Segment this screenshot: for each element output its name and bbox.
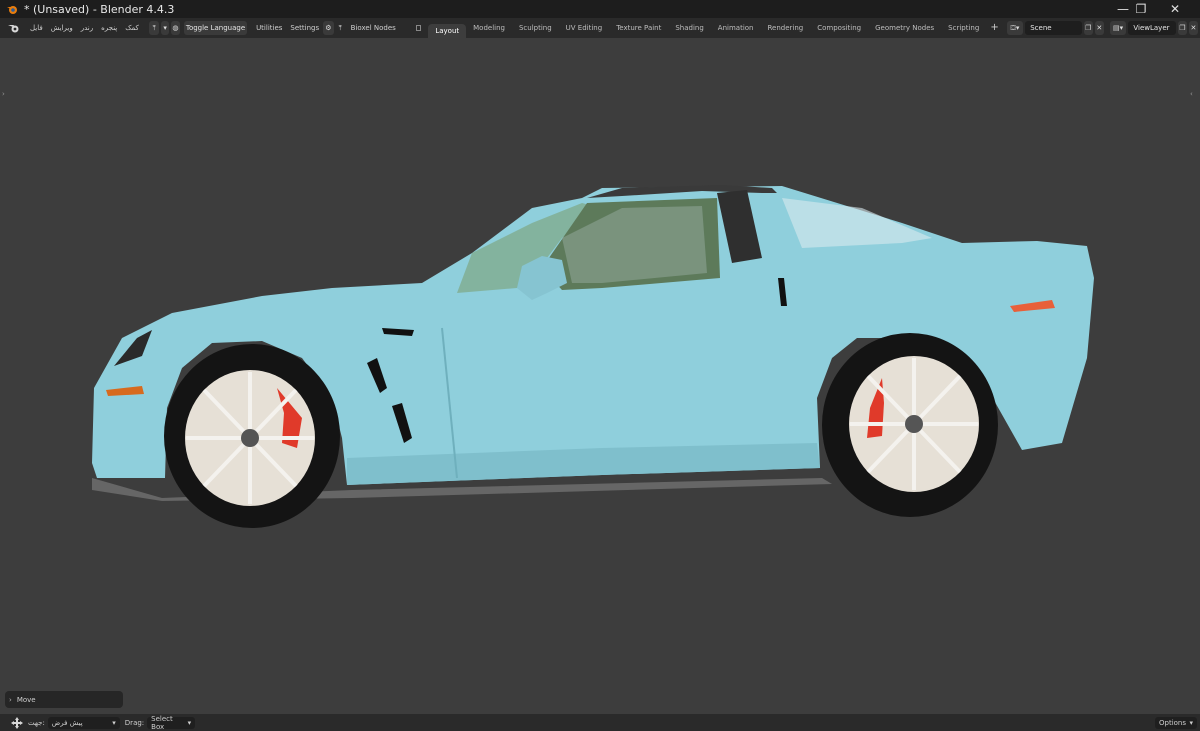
tab-shading[interactable]: Shading — [668, 18, 710, 38]
options-label: Options — [1159, 718, 1187, 727]
gear-icon[interactable]: ⚙ — [323, 21, 334, 35]
tab-texture-paint[interactable]: Texture Paint — [609, 18, 668, 38]
tab-geometry-nodes[interactable]: Geometry Nodes — [868, 18, 941, 38]
front-hub — [241, 429, 259, 447]
checkbox-icon[interactable] — [415, 25, 421, 31]
rear-hub — [905, 415, 923, 433]
tab-compositing[interactable]: Compositing — [810, 18, 868, 38]
chevron-down-icon: ▾ — [187, 718, 192, 727]
export-icon[interactable]: ⤒ — [336, 21, 345, 35]
last-operation-panel[interactable]: › Move — [5, 691, 123, 708]
direction-value: پیش فرض — [51, 718, 83, 727]
add-workspace-button[interactable]: + — [986, 18, 1002, 38]
new-view-layer-icon[interactable]: ❐ — [1177, 21, 1187, 35]
view-layer-name-field[interactable]: ViewLayer — [1128, 21, 1176, 35]
scene-name-field[interactable]: Scene — [1025, 21, 1082, 35]
globe-icon[interactable]: ◍ — [170, 21, 180, 35]
move-tool-icon[interactable] — [10, 716, 24, 729]
status-bar: جهت: پیش فرض ▾ Drag: Select Box ▾ Option… — [0, 714, 1200, 731]
toolbar-expand-arrow-icon[interactable]: › — [2, 90, 5, 98]
chevron-down-icon: ▾ — [112, 718, 116, 727]
last-operation-label: Move — [16, 695, 36, 704]
menu-file[interactable]: فایل — [26, 18, 47, 38]
drag-dropdown[interactable]: Select Box ▾ — [147, 714, 196, 731]
close-button[interactable]: ✕ — [1158, 0, 1192, 18]
scene-name: Scene — [1030, 24, 1052, 32]
options-dropdown[interactable]: Options ▾ — [1155, 716, 1197, 729]
drag-label: Drag: — [124, 718, 145, 727]
direction-label: جهت: — [28, 718, 45, 727]
tab-modeling[interactable]: Modeling — [466, 18, 512, 38]
tab-rendering[interactable]: Rendering — [760, 18, 810, 38]
delete-view-layer-icon[interactable]: ✕ — [1188, 21, 1198, 35]
menu-window[interactable]: پنجره — [97, 18, 121, 38]
delete-scene-icon[interactable]: ✕ — [1094, 21, 1104, 35]
blender-menu-icon[interactable] — [8, 23, 20, 33]
3d-viewport[interactable]: › ‹ — [2, 38, 1198, 714]
chevron-right-icon[interactable]: › — [9, 696, 12, 704]
tab-animation[interactable]: Animation — [711, 18, 761, 38]
title-bar: * (Unsaved) - Blender 4.4.3 — ❐ ✕ — [0, 0, 1200, 18]
blender-window: * (Unsaved) - Blender 4.4.3 — ❐ ✕ فایل و… — [0, 0, 1200, 731]
car-model[interactable] — [2, 38, 1198, 714]
blender-logo-icon — [6, 3, 18, 15]
menu-utilities[interactable]: Utilities — [252, 18, 286, 38]
menu-render[interactable]: رندر — [77, 18, 97, 38]
menu-edit[interactable]: ویرایش — [47, 18, 77, 38]
chevron-down-icon: ▾ — [1189, 718, 1193, 727]
menu-help[interactable]: کمک — [121, 18, 143, 38]
chevron-down-icon[interactable]: ▾ — [161, 21, 169, 35]
direction-dropdown[interactable]: پیش فرض ▾ — [47, 716, 120, 729]
view-layer-selector-icon[interactable]: ▤▾ — [1109, 21, 1127, 35]
tab-uv-editing[interactable]: UV Editing — [559, 18, 610, 38]
menu-bioxel-nodes[interactable]: Bioxel Nodes — [347, 18, 400, 38]
new-scene-icon[interactable]: ❐ — [1083, 21, 1093, 35]
rear-window — [782, 198, 932, 248]
view-layer-name: ViewLayer — [1133, 24, 1170, 32]
toggle-language-button[interactable]: Toggle Language — [183, 21, 248, 35]
drag-value: Select Box — [151, 714, 173, 731]
restore-button[interactable]: ❐ — [1124, 0, 1158, 18]
tab-layout[interactable]: Layout — [428, 24, 467, 38]
sidebar-expand-arrow-icon[interactable]: ‹ — [1190, 90, 1193, 98]
scene-selector-icon[interactable]: ⛋▾ — [1006, 21, 1024, 35]
upload-icon[interactable]: ⤒ — [148, 21, 160, 35]
front-wheel — [164, 344, 340, 528]
menu-settings[interactable]: Settings — [286, 18, 323, 38]
rear-wheel — [822, 333, 998, 517]
tab-scripting[interactable]: Scripting — [941, 18, 986, 38]
window-title: * (Unsaved) - Blender 4.4.3 — [24, 2, 175, 16]
tab-sculpting[interactable]: Sculpting — [512, 18, 559, 38]
top-header: فایل ویرایش رندر پنجره کمک ⤒ ▾ ◍ Toggle … — [0, 18, 1200, 38]
